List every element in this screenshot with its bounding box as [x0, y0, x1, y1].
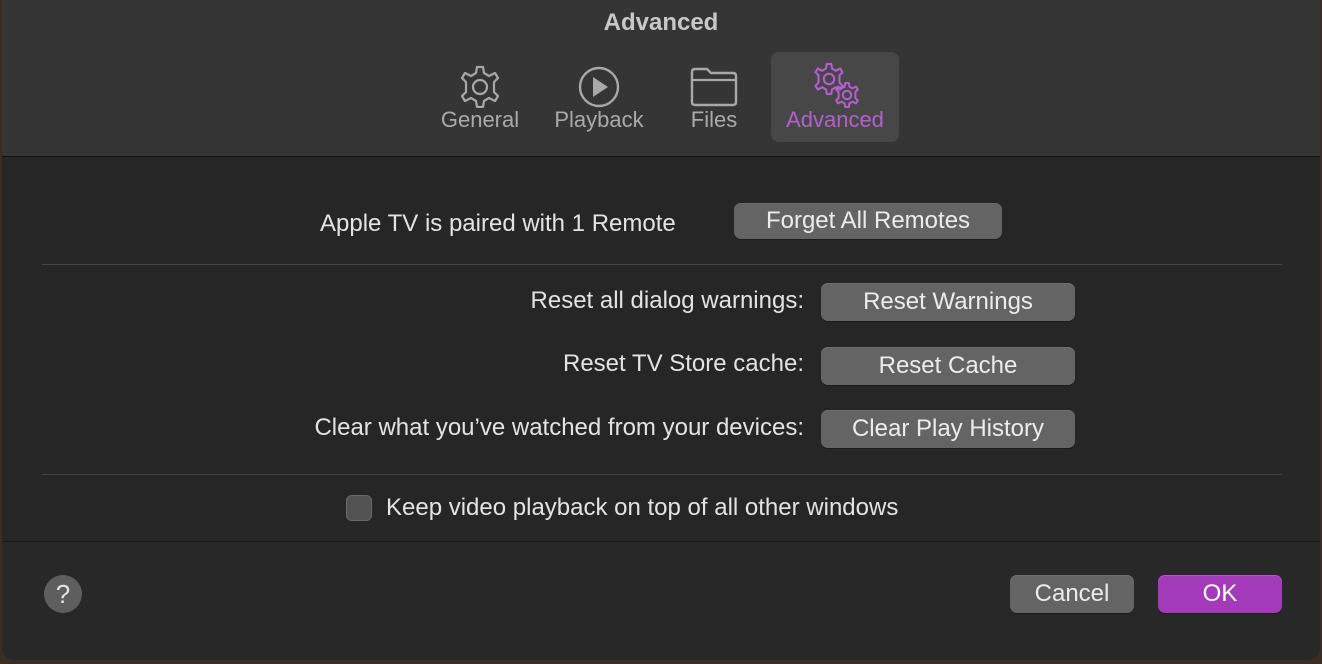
reset-cache-label: Reset TV Store cache: — [562, 350, 804, 377]
reset-warnings-label: Reset all dialog warnings: — [530, 287, 804, 314]
reset-cache-button[interactable]: Reset Cache — [821, 347, 1075, 385]
tab-advanced[interactable]: Advanced — [771, 52, 899, 142]
advanced-pane: Apple TV is paired with 1 Remote Forget … — [2, 157, 1320, 541]
tab-playback-label: Playback — [554, 107, 644, 132]
clear-history-label: Clear what you’ve watched from your devi… — [314, 414, 804, 441]
toolbar: Advanced General Playback Files Advanced — [2, 0, 1320, 157]
folder-icon — [690, 67, 738, 107]
ok-button[interactable]: OK — [1158, 575, 1282, 613]
separator — [42, 264, 1282, 265]
reset-warnings-button[interactable]: Reset Warnings — [821, 283, 1075, 321]
tab-general[interactable]: General — [432, 52, 528, 142]
tab-advanced-label: Advanced — [786, 107, 884, 132]
preferences-window: Advanced General Playback Files Advanced… — [2, 0, 1320, 660]
tab-general-label: General — [440, 107, 520, 132]
forget-all-remotes-button[interactable]: Forget All Remotes — [734, 203, 1002, 239]
gears-icon — [814, 62, 859, 108]
clear-play-history-button[interactable]: Clear Play History — [821, 410, 1075, 448]
play-circle-icon — [578, 66, 620, 108]
tab-files[interactable]: Files — [670, 52, 758, 142]
cancel-button[interactable]: Cancel — [1010, 575, 1134, 613]
footer: ? Cancel OK — [2, 541, 1320, 660]
window-title: Advanced — [603, 9, 719, 36]
separator — [42, 474, 1282, 475]
gear-icon — [460, 65, 500, 108]
remotes-label: Apple TV is paired with 1 Remote — [320, 210, 676, 237]
help-button[interactable]: ? — [44, 575, 82, 613]
keep-on-top-label: Keep video playback on top of all other … — [386, 494, 899, 521]
tab-files-label: Files — [690, 107, 738, 132]
keep-on-top-checkbox[interactable] — [346, 495, 372, 521]
tab-playback[interactable]: Playback — [546, 52, 652, 142]
